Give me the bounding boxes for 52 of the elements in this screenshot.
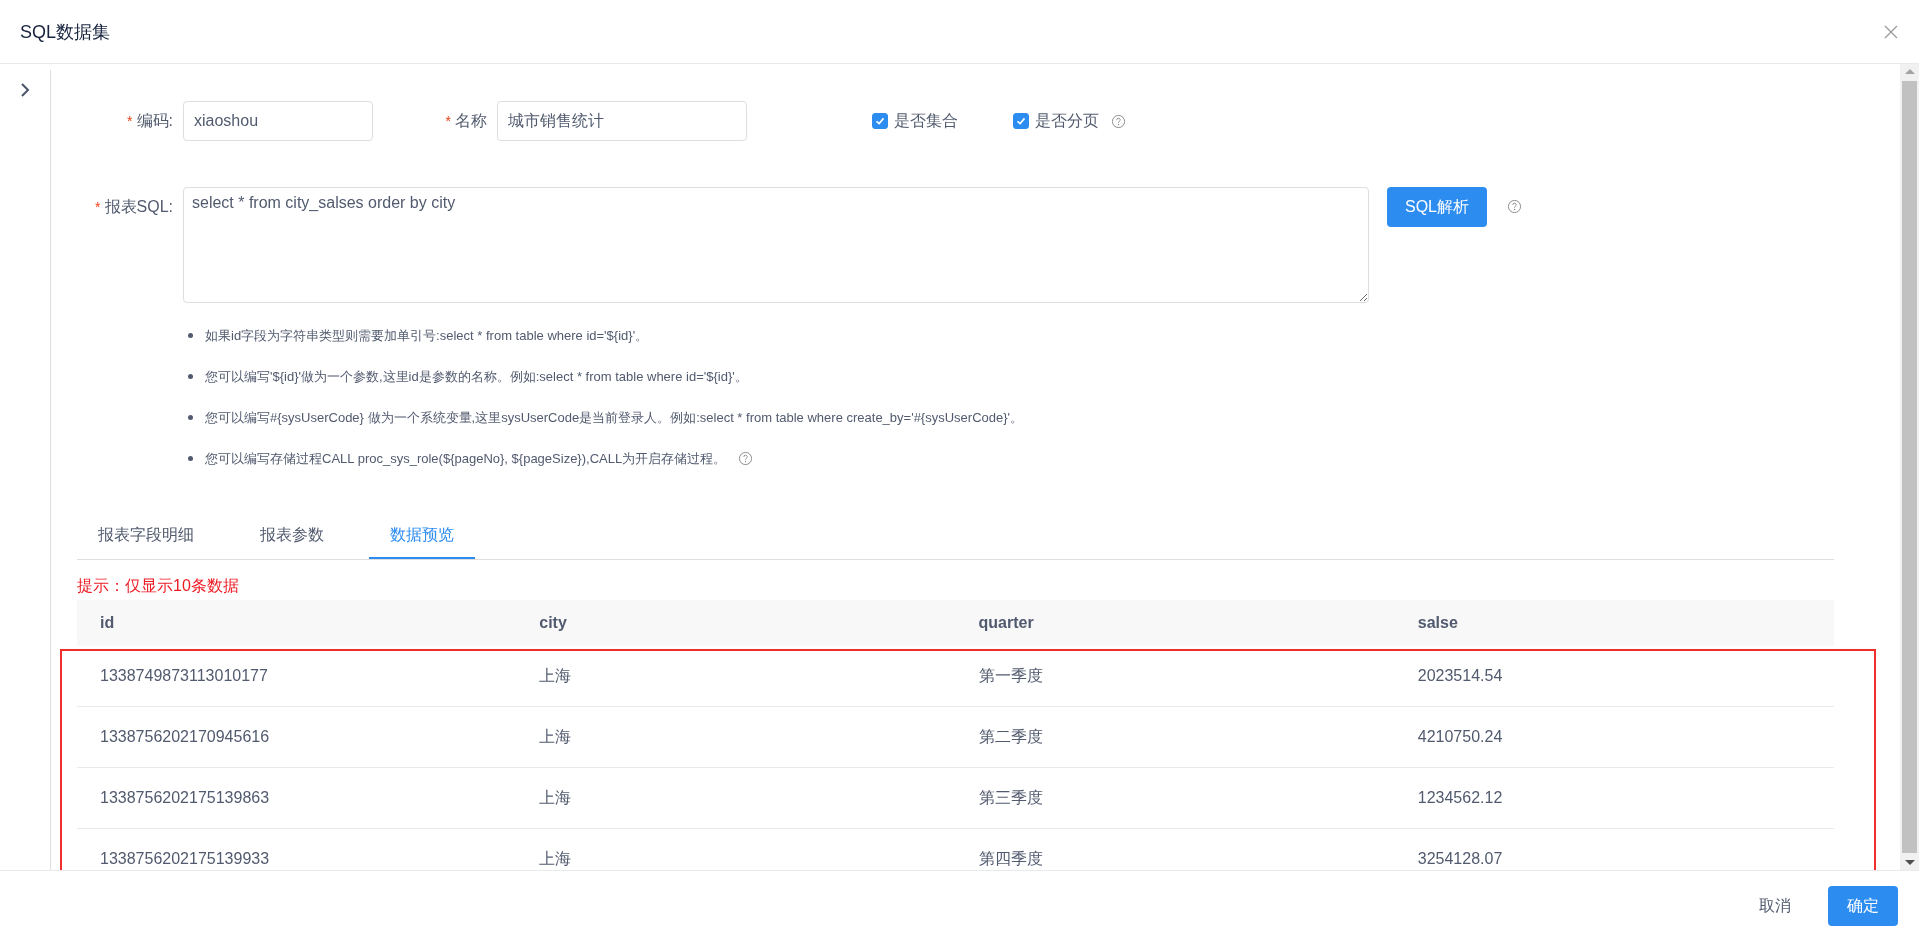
cancel-button[interactable]: 取消: [1740, 886, 1810, 926]
bullet-icon: [188, 374, 193, 379]
text-field[interactable]: 城市销售统计: [497, 101, 747, 141]
tab[interactable]: 报表字段明细: [77, 513, 215, 559]
bullet-icon: [188, 333, 193, 338]
table-cell-text: 上海: [538, 787, 573, 808]
note-text: 您可以编写#{sysUserCode} 做为一个系统变量,这里sysUserCode是当前登录人。例如:select * from table where create_by='#{sysUserCode}'。: [205, 408, 1024, 427]
column-header: city: [538, 614, 568, 632]
checkbox[interactable]: [1013, 113, 1029, 129]
text-field[interactable]: xiaoshou: [183, 101, 373, 141]
table-cell-text: 1234562.12: [1416, 789, 1504, 807]
table-cell-text: 1338756202175139863: [99, 789, 271, 807]
note-text: 如果id字段为字符串类型则需要加单引号:select * from table where id='${id}'。: [205, 326, 649, 345]
field-label: 编码:: [136, 111, 173, 129]
table-cell-text: 2023514.54: [1416, 667, 1504, 685]
required-mark: *: [95, 199, 101, 215]
help-icon[interactable]: [738, 451, 754, 466]
table-cell-text: 第一季度: [977, 665, 1044, 686]
table-cell-text: 1338756202170945616: [99, 728, 271, 746]
table-cell-text: 上海: [538, 726, 573, 747]
note-text: 您可以编写存储过程CALL proc_sys_role(${pageNo}, ${pageSize}),CALL为开启存储过程。: [205, 449, 727, 468]
table-cell-text: 4210750.24: [1416, 728, 1504, 746]
help-icon[interactable]: [1507, 199, 1522, 214]
field-label: 报表SQL:: [104, 198, 173, 215]
dialog-title: SQL数据集: [20, 20, 111, 44]
close-icon[interactable]: [1883, 23, 1899, 40]
tab[interactable]: 数据预览: [369, 513, 475, 559]
required-mark: *: [445, 112, 451, 129]
scrollbar[interactable]: [1900, 64, 1919, 870]
checkbox-label: 是否集合: [894, 110, 958, 131]
checkbox[interactable]: [872, 113, 888, 129]
sql-textarea[interactable]: select * from city_salses order by city: [183, 187, 1369, 303]
table-cell-text: 1338749873113010177: [99, 667, 269, 685]
required-mark: *: [127, 112, 133, 129]
table-cell-text: 第三季度: [977, 787, 1044, 808]
table-cell-text: 3254128.07: [1416, 850, 1504, 868]
note-text: 您可以编写'${id}'做为一个参数,这里id是参数的名称。例如:select * from table where id='${id}'。: [205, 367, 748, 386]
column-header: salse: [1416, 614, 1459, 632]
checkbox-label: 是否分页: [1035, 110, 1099, 131]
column-header: quarter: [977, 614, 1035, 632]
field-label: 名称: [455, 111, 487, 129]
table-cell-text: 1338756202175139933: [99, 850, 271, 868]
bullet-icon: [188, 456, 193, 461]
table-cell-text: 第四季度: [977, 848, 1044, 869]
table-cell-text: 上海: [538, 848, 573, 869]
column-header: id: [99, 614, 116, 632]
hint-text: 提示：仅显示10条数据: [77, 576, 240, 596]
help-icon[interactable]: [1111, 113, 1126, 129]
tab[interactable]: 报表参数: [239, 513, 345, 559]
table-cell-text: 上海: [538, 665, 573, 686]
bullet-icon: [188, 415, 193, 420]
table-cell-text: 第二季度: [977, 726, 1044, 747]
